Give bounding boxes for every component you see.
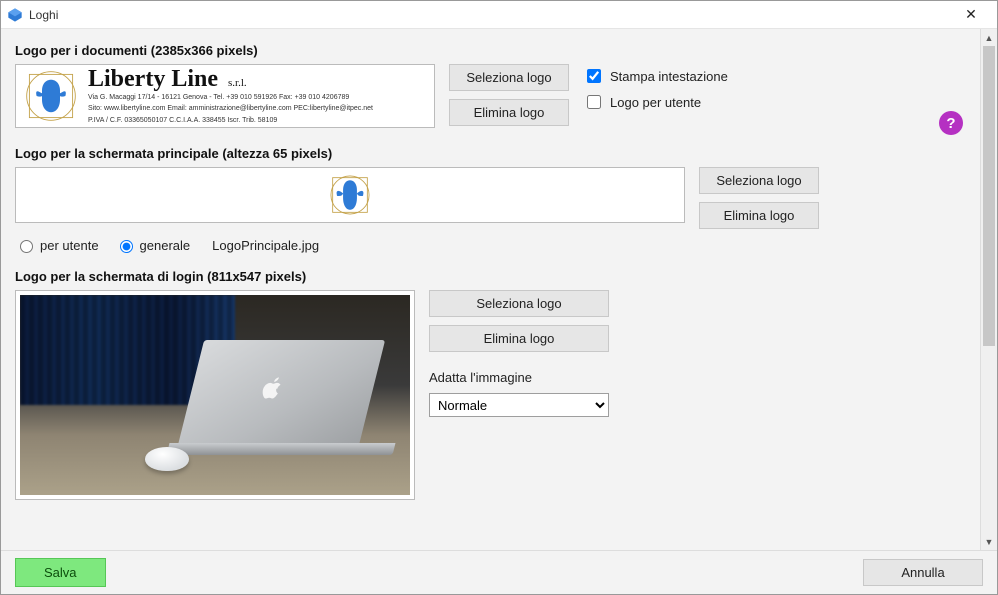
scroll-thumb[interactable]	[983, 46, 995, 346]
section-splash: Seleziona logo Elimina logo	[15, 167, 966, 229]
select-login-logo-button[interactable]: Seleziona logo	[429, 290, 609, 317]
scroll-down-icon[interactable]: ▼	[981, 533, 997, 550]
company-address-line2: Sito: www.libertyline.com Email: amminis…	[88, 105, 373, 113]
save-button[interactable]: Salva	[15, 558, 106, 587]
document-logo-preview: Liberty Line s.r.l. Via G. Macaggi 17/14…	[15, 64, 435, 128]
titlebar: Loghi ✕	[1, 1, 997, 29]
select-document-logo-button[interactable]: Seleziona logo	[449, 64, 569, 91]
company-emblem-icon	[24, 69, 78, 123]
logo-per-user-label: Logo per utente	[610, 95, 701, 110]
print-header-input[interactable]	[587, 69, 601, 83]
scroll-up-icon[interactable]: ▲	[981, 29, 997, 46]
radio-per-user-label: per utente	[40, 238, 99, 253]
splash-logo-preview	[15, 167, 685, 223]
delete-login-logo-button[interactable]: Elimina logo	[429, 325, 609, 352]
fit-image-label: Adatta l'immagine	[429, 370, 609, 385]
window-title: Loghi	[29, 8, 951, 22]
login-scene	[20, 295, 410, 495]
vertical-scrollbar[interactable]: ▲ ▼	[980, 29, 997, 550]
body: Logo per i documenti (2385x366 pixels) L…	[1, 29, 997, 550]
section-documents: Liberty Line s.r.l. Via G. Macaggi 17/14…	[15, 64, 966, 128]
footer: Salva Annulla	[1, 550, 997, 594]
document-logo-buttons: Seleziona logo Elimina logo	[449, 64, 569, 126]
delete-splash-logo-button[interactable]: Elimina logo	[699, 202, 819, 229]
splash-logo-buttons: Seleziona logo Elimina logo	[699, 167, 819, 229]
login-logo-controls: Seleziona logo Elimina logo Adatta l'imm…	[429, 290, 609, 417]
select-splash-logo-button[interactable]: Seleziona logo	[699, 167, 819, 194]
print-header-checkbox[interactable]: Stampa intestazione	[583, 66, 728, 86]
radio-general-input[interactable]	[120, 240, 133, 253]
fit-image-select[interactable]: Normale	[429, 393, 609, 417]
delete-document-logo-button[interactable]: Elimina logo	[449, 99, 569, 126]
radio-per-user-input[interactable]	[20, 240, 33, 253]
splash-emblem-icon	[324, 173, 376, 217]
print-header-label: Stampa intestazione	[610, 69, 728, 84]
company-name: Liberty Line s.r.l.	[88, 67, 373, 91]
document-logo-options: Stampa intestazione Logo per utente	[583, 64, 728, 112]
app-icon	[7, 7, 23, 23]
radio-per-user[interactable]: per utente	[15, 237, 99, 253]
window: Loghi ✕ Logo per i documenti (2385x366 p…	[0, 0, 998, 595]
company-address-line1: Via G. Macaggi 17/14 - 16121 Genova - Te…	[88, 94, 373, 102]
content: Logo per i documenti (2385x366 pixels) L…	[1, 29, 980, 550]
splash-filename: LogoPrincipale.jpg	[212, 238, 319, 253]
cancel-button[interactable]: Annulla	[863, 559, 983, 586]
splash-radio-row: per utente generale LogoPrincipale.jpg	[15, 237, 966, 253]
section-documents-title: Logo per i documenti (2385x366 pixels)	[15, 43, 966, 58]
section-login: Seleziona logo Elimina logo Adatta l'imm…	[15, 290, 966, 500]
radio-general[interactable]: generale	[115, 237, 191, 253]
company-logo-text: Liberty Line s.r.l. Via G. Macaggi 17/14…	[88, 67, 373, 125]
close-button[interactable]: ✕	[951, 1, 991, 29]
logo-per-user-input[interactable]	[587, 95, 601, 109]
help-icon[interactable]: ?	[939, 111, 963, 135]
login-logo-preview	[15, 290, 415, 500]
section-login-title: Logo per la schermata di login (811x547 …	[15, 269, 966, 284]
radio-general-label: generale	[140, 238, 191, 253]
mouse-graphic	[145, 447, 189, 471]
company-address-line3: P.IVA / C.F. 03365050107 C.C.I.A.A. 3384…	[88, 117, 373, 125]
section-splash-title: Logo per la schermata principale (altezz…	[15, 146, 966, 161]
scroll-track[interactable]	[981, 46, 997, 533]
laptop-graphic	[168, 335, 394, 455]
logo-per-user-checkbox[interactable]: Logo per utente	[583, 92, 728, 112]
